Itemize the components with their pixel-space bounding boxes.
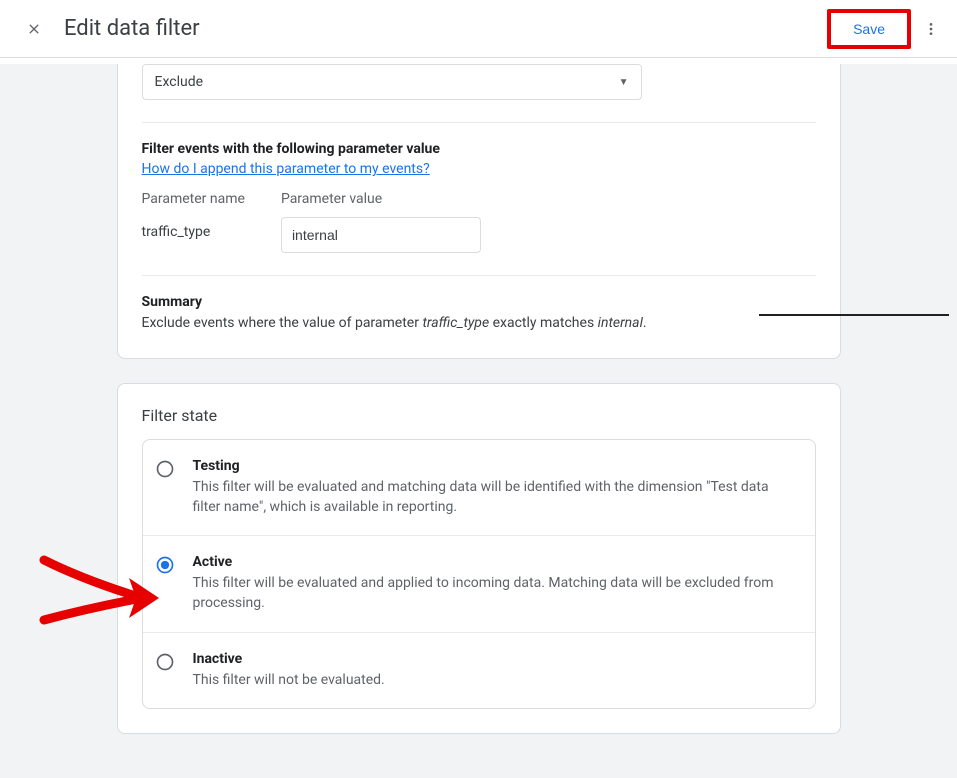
decorative-line [759, 314, 949, 316]
state-description: This filter will not be evaluated. [193, 670, 795, 690]
summary-value: internal [598, 315, 643, 331]
radio-icon[interactable] [155, 459, 175, 479]
page-title: Edit data filter [64, 16, 200, 41]
divider [142, 275, 816, 276]
state-option-active[interactable]: Active This filter will be evaluated and… [143, 535, 815, 632]
parameter-value-label: Parameter value [281, 191, 481, 207]
parameter-name-value: traffic_type [142, 217, 245, 240]
dropdown-arrow-icon: ▼ [619, 77, 629, 88]
filter-state-options: Testing This filter will be evaluated an… [142, 439, 816, 709]
parameter-value-input[interactable] [281, 217, 481, 253]
filter-settings-card: Exclude ▼ Filter events with the followi… [117, 64, 841, 359]
state-label: Inactive [193, 651, 795, 667]
divider [142, 122, 816, 123]
summary-mid: exactly matches [489, 315, 598, 331]
summary-param: traffic_type [422, 315, 489, 331]
help-link[interactable]: How do I append this parameter to my eve… [142, 161, 430, 177]
parameter-name-label: Parameter name [142, 191, 245, 207]
summary-text: Exclude events where the value of parame… [142, 314, 816, 334]
filter-operation-select[interactable]: Exclude ▼ [142, 64, 642, 100]
summary-prefix: Exclude events where the value of parame… [142, 315, 423, 331]
summary-suffix: . [643, 315, 647, 331]
close-icon[interactable] [22, 17, 46, 41]
state-label: Active [193, 554, 795, 570]
state-option-inactive[interactable]: Inactive This filter will not be evaluat… [143, 632, 815, 708]
state-label: Testing [193, 458, 795, 474]
save-button-highlight: Save [827, 9, 911, 49]
filter-events-heading: Filter events with the following paramet… [142, 141, 816, 157]
save-button[interactable]: Save [831, 13, 907, 45]
filter-state-card: Filter state Testing This filter will be… [117, 383, 841, 734]
more-options-icon[interactable] [919, 17, 943, 41]
radio-icon[interactable] [155, 652, 175, 672]
summary-heading: Summary [142, 294, 816, 310]
select-value: Exclude [155, 74, 204, 90]
state-description: This filter will be evaluated and applie… [193, 573, 795, 614]
state-option-testing[interactable]: Testing This filter will be evaluated an… [143, 440, 815, 536]
radio-icon-selected[interactable] [155, 555, 175, 575]
header-bar: Edit data filter Save [0, 0, 957, 58]
filter-state-title: Filter state [118, 384, 840, 439]
state-description: This filter will be evaluated and matchi… [193, 477, 795, 518]
